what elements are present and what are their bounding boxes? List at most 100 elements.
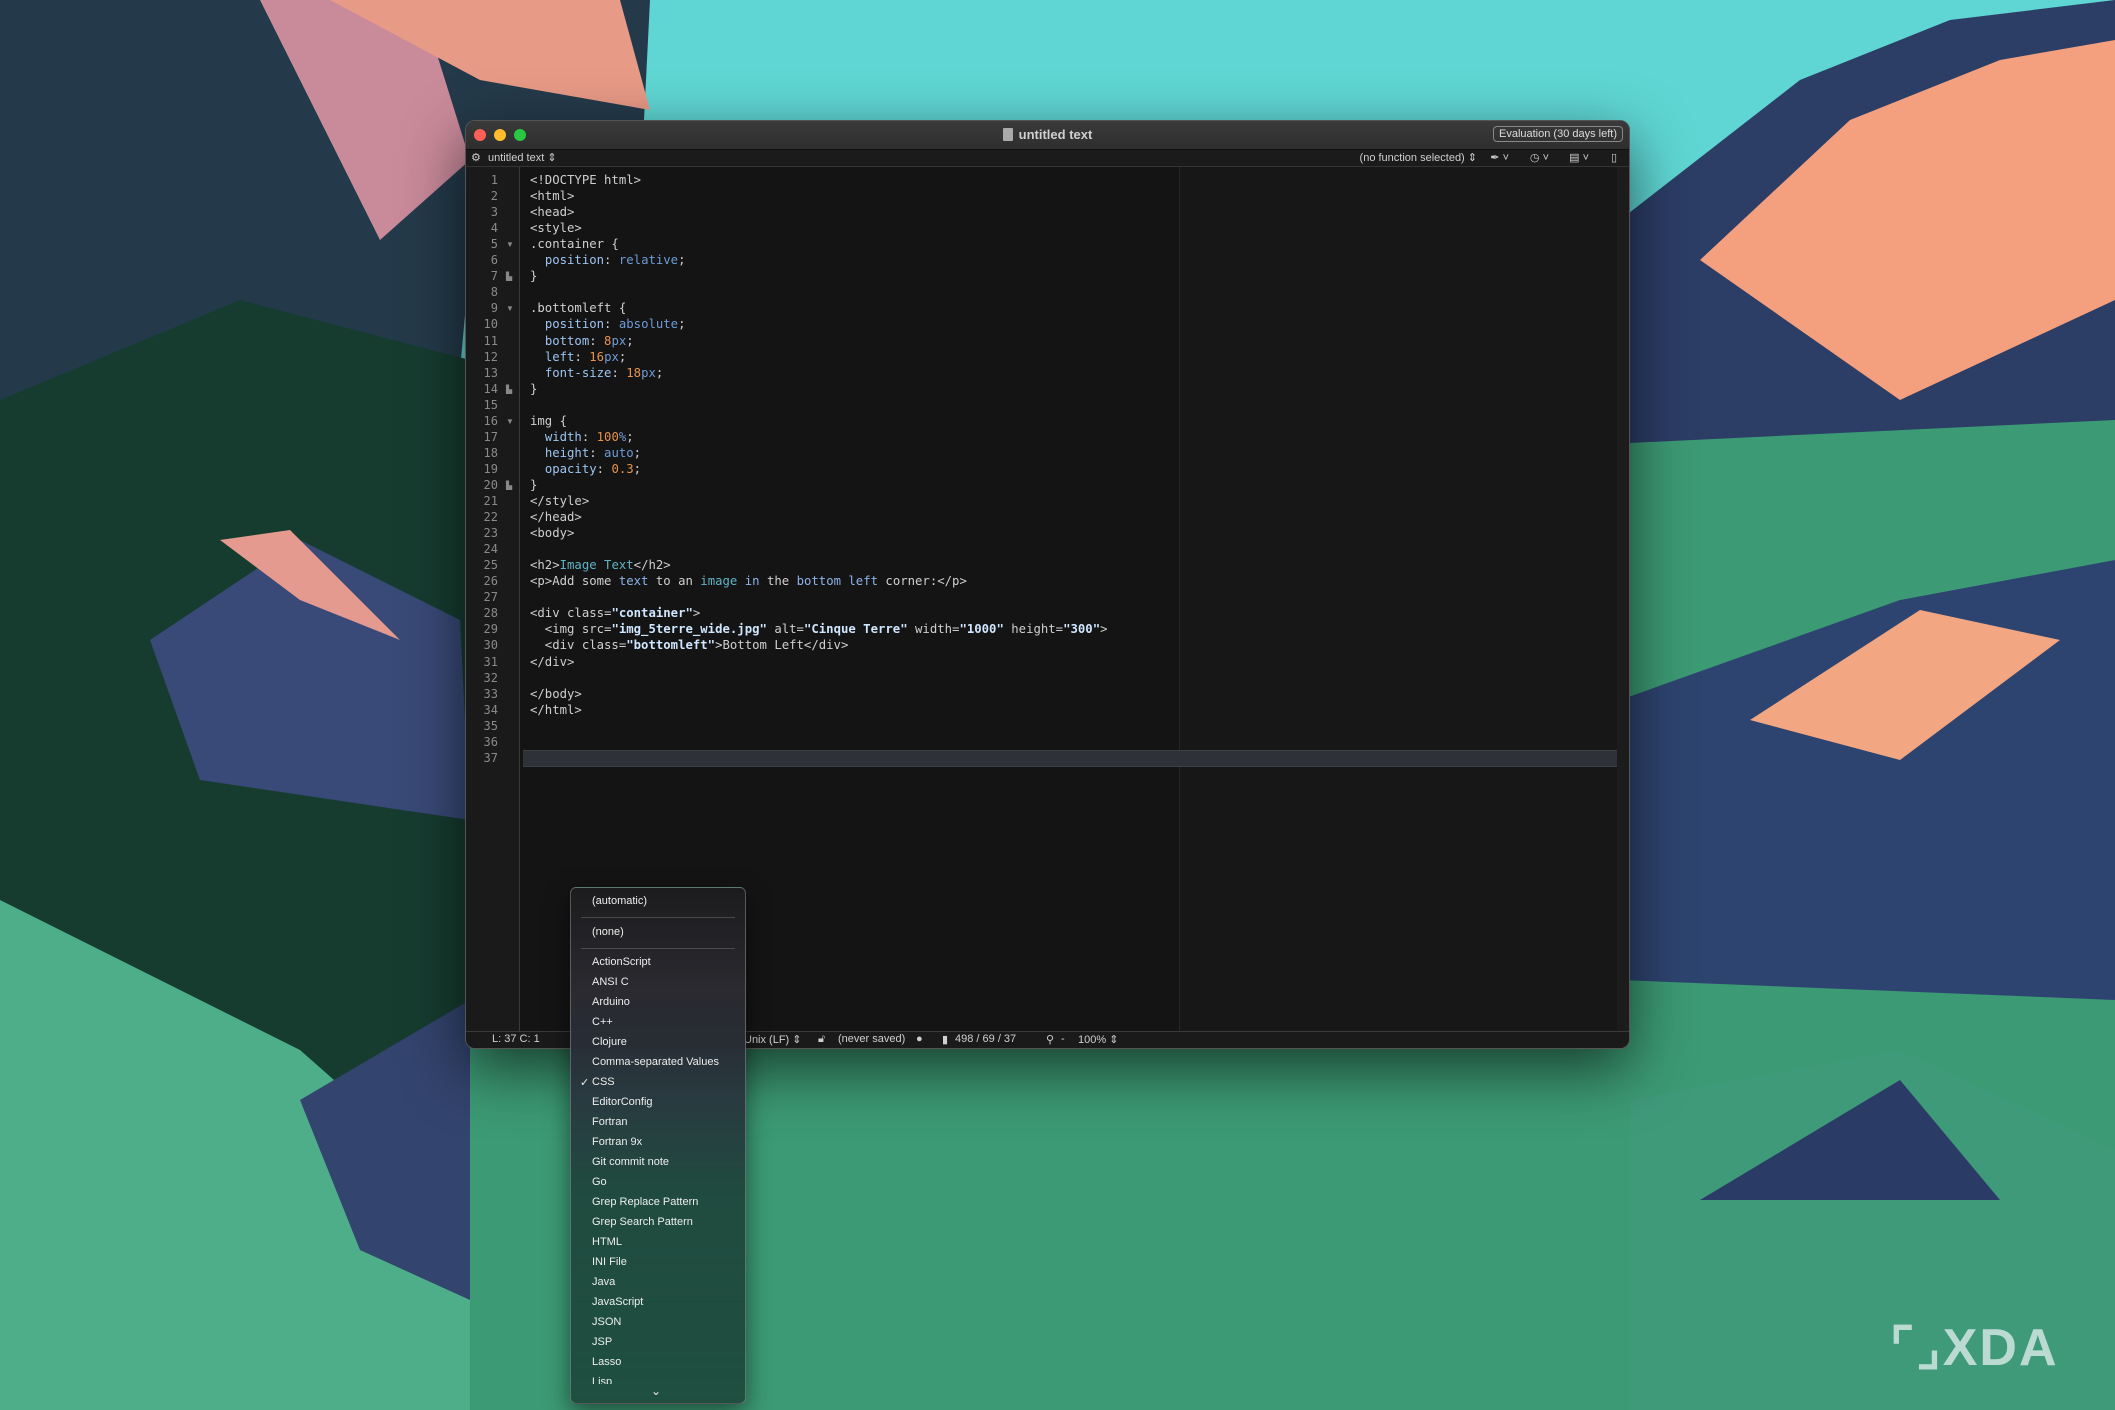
code-line[interactable]: <style> (530, 221, 582, 235)
code-line[interactable]: img { (530, 414, 567, 428)
menu-item-css[interactable]: CSS (592, 1076, 615, 1088)
code-line[interactable]: position: relative; (530, 253, 686, 267)
menu-item-java[interactable]: Java (592, 1276, 615, 1288)
menu-item-go[interactable]: Go (592, 1176, 607, 1188)
menu-item-arduino[interactable]: Arduino (592, 996, 630, 1008)
code-line[interactable]: bottom: 8px; (530, 334, 634, 348)
code-token: > (692, 606, 701, 621)
menu-item-none[interactable]: (none) (592, 926, 624, 938)
code-token: auto (604, 445, 634, 460)
lock-icon[interactable]: 🔓︎ (818, 1033, 825, 1046)
zoom-menu[interactable]: 100% ⇕ (1078, 1033, 1118, 1046)
code-line[interactable]: font-size: 18px; (530, 366, 663, 380)
code-line[interactable]: position: absolute; (530, 317, 686, 331)
code-line[interactable]: width: 100%; (530, 430, 634, 444)
code-line[interactable]: } (530, 269, 537, 283)
zoom-out[interactable]: - (1061, 1033, 1065, 1045)
menu-item-clojure[interactable]: Clojure (592, 1036, 627, 1048)
menu-item-ansi-c[interactable]: ANSI C (592, 976, 629, 988)
line-endings-menu[interactable]: Unix (LF) ⇕ (744, 1033, 802, 1046)
menu-item-grep-replace-pattern[interactable]: Grep Replace Pattern (592, 1196, 698, 1208)
code-line[interactable]: </style> (530, 494, 589, 508)
code-line[interactable]: </html> (530, 703, 582, 717)
evaluation-badge[interactable]: Evaluation (30 days left) (1492, 126, 1623, 142)
fold-toggle-icon[interactable]: ▙ (506, 385, 512, 394)
menu-item-actionscript[interactable]: ActionScript (592, 956, 651, 968)
menu-item-fortran-9x[interactable]: Fortran 9x (592, 1136, 642, 1148)
code-token: "1000" (959, 622, 1004, 637)
fold-toggle-icon[interactable]: ▼ (506, 240, 514, 249)
code-line[interactable]: <div class="bottomleft">Bottom Left</div… (530, 638, 849, 653)
code-line[interactable]: <div class="container"> (530, 606, 700, 620)
code-line[interactable]: <p>Add some text to an image in the bott… (530, 574, 967, 588)
code-token: height= (1003, 622, 1064, 637)
fold-toggle-icon[interactable]: ▼ (506, 417, 514, 426)
magnifier-icon[interactable]: ⚲ (1046, 1033, 1054, 1046)
code-line[interactable]: } (530, 478, 537, 492)
menu-item-editorconfig[interactable]: EditorConfig (592, 1096, 653, 1108)
code-token: <div class= (530, 638, 627, 653)
code-line[interactable]: </body> (530, 687, 582, 701)
code-line[interactable]: .container { (530, 237, 619, 251)
window-title: untitled text (466, 127, 1629, 142)
code-token: <img src= (530, 622, 612, 637)
scrollbar[interactable] (1617, 167, 1629, 1032)
menu-item-fortran[interactable]: Fortran (592, 1116, 627, 1128)
code-line[interactable]: <!DOCTYPE html> (530, 173, 641, 187)
menu-separator (581, 948, 735, 949)
document-counts[interactable]: 498 / 69 / 37 (955, 1033, 1016, 1045)
code-line[interactable]: left: 16px; (530, 350, 626, 364)
menu-item-git-commit-note[interactable]: Git commit note (592, 1156, 669, 1168)
line-number: 3 (490, 205, 498, 220)
menu-item-jsp[interactable]: JSP (592, 1336, 612, 1348)
code-token: font-size (544, 365, 612, 380)
fold-toggle-icon[interactable]: ▼ (506, 304, 514, 313)
cursor-position[interactable]: L: 37 C: 1 (492, 1033, 540, 1045)
code-token: text (618, 574, 649, 589)
code-token: : (589, 445, 605, 460)
menu-item-lisp[interactable]: Lisp (592, 1376, 612, 1384)
document-menu[interactable]: untitled text ⇕ (488, 151, 557, 164)
code-token: <body> (530, 526, 575, 541)
menu-item-lasso[interactable]: Lasso (592, 1356, 621, 1368)
code-line[interactable]: opacity: 0.3; (530, 462, 641, 476)
code-line[interactable]: <h2>Image Text</h2> (530, 558, 671, 572)
function-menu[interactable]: (no function selected) ⇕ (1360, 151, 1477, 164)
code-line[interactable]: .bottomleft { (530, 301, 626, 315)
code-line[interactable]: <body> (530, 526, 574, 540)
gear-icon[interactable]: ⚙ (471, 151, 481, 164)
menu-item-html[interactable]: HTML (592, 1236, 622, 1248)
fold-toggle-icon[interactable]: ▙ (506, 481, 512, 490)
code-line[interactable]: </div> (530, 655, 574, 669)
save-state: (never saved) (838, 1033, 906, 1045)
menu-item-comma-separated-values[interactable]: Comma-separated Values (592, 1056, 719, 1068)
code-line[interactable]: <head> (530, 205, 574, 219)
code-line[interactable]: <html> (530, 189, 574, 203)
code-line[interactable]: height: auto; (530, 446, 641, 460)
menu-item-automatic[interactable]: (automatic) (592, 895, 647, 907)
code-line[interactable]: </head> (530, 510, 582, 524)
menu-item-grep-search-pattern[interactable]: Grep Search Pattern (592, 1216, 693, 1228)
scroll-down-chevron-icon[interactable]: ⌄ (651, 1384, 661, 1398)
line-number: 16 (483, 413, 498, 428)
code-line[interactable]: <img src="img_5terre_wide.jpg" alt="Cinq… (530, 622, 1108, 636)
xda-watermark-logo: ⌜⌟XDA (1890, 1319, 2059, 1377)
menu-item-c-[interactable]: C++ (592, 1016, 613, 1028)
menu-item-javascript[interactable]: JavaScript (592, 1296, 643, 1308)
code-token: absolute (618, 317, 679, 332)
fold-toggle-icon[interactable]: ▙ (506, 272, 512, 281)
clock-icon[interactable]: ◷ ˅ (1530, 151, 1549, 164)
line-number: 9 (490, 301, 498, 316)
code-token: image (700, 574, 738, 589)
code-token: } (530, 381, 538, 396)
code-line[interactable]: } (530, 382, 537, 396)
line-number: 17 (483, 429, 498, 444)
pen-icon[interactable]: ✒ ˅ (1490, 151, 1509, 164)
code-token: > (1100, 622, 1108, 637)
page-icon[interactable]: ▯ (1611, 151, 1617, 164)
line-number: 20 (483, 477, 498, 492)
document-icon[interactable]: ▤ ˅ (1569, 151, 1589, 164)
menu-item-ini-file[interactable]: INI File (592, 1256, 627, 1268)
menu-item-json[interactable]: JSON (592, 1316, 621, 1328)
